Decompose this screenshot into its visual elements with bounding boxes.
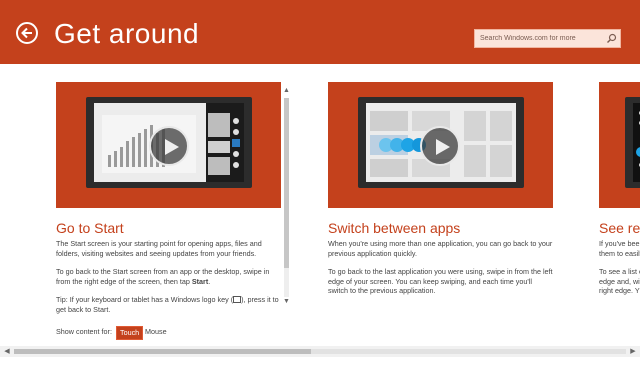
card-go-to-start: Go to Start The Start screen is your sta… <box>56 82 281 322</box>
windows-key-icon <box>233 296 242 304</box>
card-paragraph: When you're using more than one applicat… <box>328 239 553 258</box>
play-button[interactable] <box>149 126 189 166</box>
video-thumbnail[interactable] <box>56 82 281 208</box>
play-button[interactable] <box>420 126 460 166</box>
back-arrow-icon <box>21 27 32 39</box>
search-box[interactable] <box>474 29 621 48</box>
back-button[interactable] <box>16 22 38 44</box>
scroll-left-icon[interactable]: ◀ <box>1 346 13 357</box>
search-input[interactable] <box>475 30 600 47</box>
toggle-option-mouse[interactable]: Mouse <box>145 325 167 339</box>
card-title: Go to Start <box>56 220 124 236</box>
card-paragraph: To go back to the last application you w… <box>328 267 553 296</box>
card-body: If you've bee them to easily To see a li… <box>599 239 640 296</box>
recent-apps-illustration <box>633 103 640 182</box>
play-icon <box>436 139 450 155</box>
card-body: The Start screen is your starting point … <box>56 239 281 385</box>
header-bar: Get around <box>0 0 640 64</box>
card-title: Switch between apps <box>328 220 461 236</box>
scroll-right-icon[interactable]: ▶ <box>627 346 639 357</box>
vertical-scrollbar[interactable]: ▲ ▼ <box>282 86 291 309</box>
toggle-label: Show content for: <box>56 327 112 336</box>
scroll-up-icon[interactable]: ▲ <box>282 86 291 96</box>
scroll-down-icon[interactable]: ▼ <box>282 297 291 307</box>
card-tip: Tip: If your keyboard or tablet has a Wi… <box>56 295 279 314</box>
play-icon <box>165 139 179 155</box>
scroll-thumb[interactable] <box>284 98 289 268</box>
video-thumbnail[interactable] <box>599 82 640 208</box>
card-body: When you're using more than one applicat… <box>328 239 553 305</box>
toggle-option-touch[interactable]: Touch <box>116 326 144 340</box>
scroll-thumb[interactable] <box>14 349 311 354</box>
card-title: See rece <box>599 220 640 236</box>
card-see-recent: See rece If you've bee them to easily To… <box>599 82 640 322</box>
card-paragraph: To go back to the Start screen from an a… <box>56 267 270 286</box>
card-switch-between-apps: Switch between apps When you're using mo… <box>328 82 553 322</box>
tablet-illustration <box>625 97 640 188</box>
video-thumbnail[interactable] <box>328 82 553 208</box>
page-title: Get around <box>54 18 200 49</box>
horizontal-scrollbar[interactable]: ◀ ▶ <box>0 346 640 357</box>
card-paragraph: The Start screen is your starting point … <box>56 239 262 258</box>
search-icon[interactable] <box>606 33 617 44</box>
